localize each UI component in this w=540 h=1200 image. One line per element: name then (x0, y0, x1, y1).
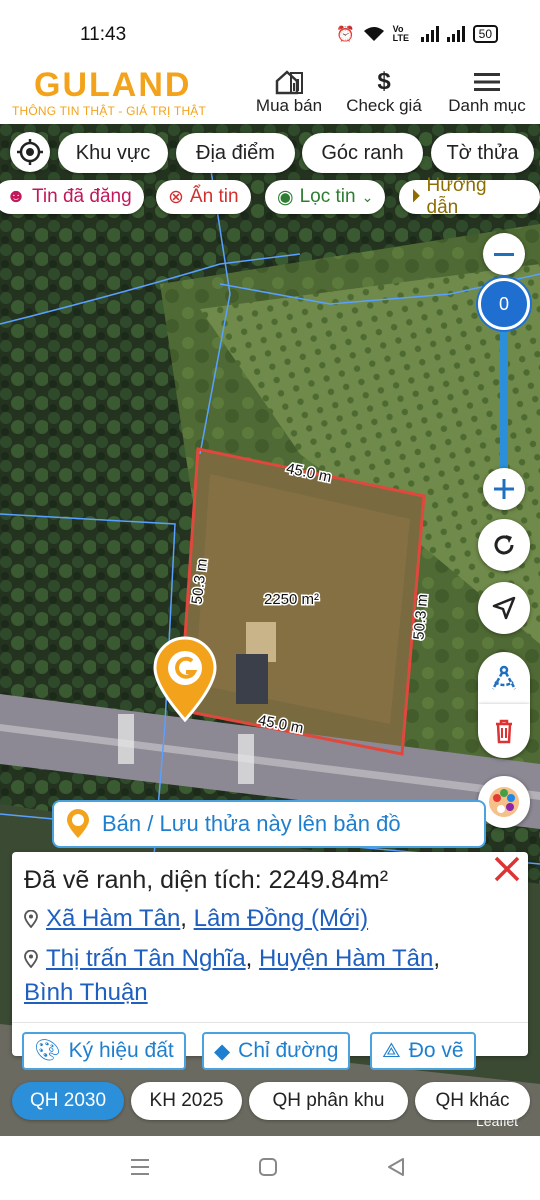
screen: 11:43 ⏰ Vo LTE 50 GULAND THÔNG TIN THẬT … (0, 0, 540, 1200)
ward-link[interactable]: Xã Hàm Tân (46, 905, 180, 932)
tab-to-thua[interactable]: Tờ thửa (431, 133, 534, 173)
hide-listings-button[interactable]: ⊗ Ẩn tin (156, 180, 251, 214)
navigate-button[interactable] (478, 582, 530, 634)
old-province-link[interactable]: Bình Thuận (24, 979, 148, 1006)
nav-check-gia[interactable]: $ Check giá (340, 68, 428, 116)
zoom-slider-track[interactable] (500, 320, 508, 480)
close-panel-button[interactable] (490, 852, 524, 886)
hide-label: Ẩn tin (189, 186, 239, 207)
home-button[interactable] (258, 1157, 278, 1177)
filter-label: Lọc tin (299, 186, 356, 207)
town-link[interactable]: Thị trấn Tân Nghĩa (46, 945, 246, 972)
save-parcel-label: Bán / Lưu thửa này lên bản đồ (102, 811, 401, 836)
location-pin-icon: ◉ (277, 186, 294, 208)
directions-button[interactable]: ◆ Chỉ đường (202, 1032, 351, 1070)
user-icon: ☻ (6, 186, 26, 207)
directions-icon: ◆ (214, 1039, 231, 1063)
menu-icon (440, 68, 534, 96)
map-pin-icon (24, 910, 38, 928)
close-circle-icon: ⊗ (168, 186, 184, 208)
battery-icon: 50 (472, 25, 498, 43)
guide-button[interactable]: ⏵ Hướng dẫn (399, 175, 540, 218)
tab-khu-vuc[interactable]: Khu vực (58, 133, 168, 173)
guland-logo[interactable]: GULAND THÔNG TIN THẬT - GIÁ TRỊ THẬT (12, 68, 227, 118)
posted-label: Tin đã đăng (32, 186, 132, 207)
plus-icon (494, 479, 514, 499)
posted-listings-button[interactable]: ☻ Tin đã đăng (0, 180, 144, 214)
alarm-icon: ⏰ (335, 26, 355, 43)
tab-kh-2025[interactable]: KH 2025 (131, 1082, 242, 1120)
nav-label: Check giá (346, 96, 422, 115)
crosshair-icon (17, 139, 43, 165)
measure-button[interactable]: ⟁ Đo vẽ (370, 1032, 476, 1070)
close-icon (494, 856, 520, 882)
palette-icon: 🎨︎ (34, 1039, 61, 1062)
map-pin-icon (24, 950, 38, 968)
land-symbol-button[interactable]: 🎨︎ Ký hiệu đất (22, 1032, 186, 1070)
signal-2-icon (446, 26, 465, 42)
signal-1-icon (420, 26, 439, 42)
zoom-slider-handle[interactable]: 0 (478, 278, 530, 330)
app-header: GULAND THÔNG TIN THẬT - GIÁ TRỊ THẬT Mua… (0, 62, 540, 124)
delete-drawing-button[interactable] (478, 704, 530, 758)
nav-label: Mua bán (255, 96, 323, 115)
palette-icon (489, 787, 519, 817)
province-link[interactable]: Lâm Đồng (Mới) (194, 905, 368, 932)
divider (12, 1022, 528, 1023)
guide-label: Hướng dẫn (426, 175, 487, 218)
measure-tool-button[interactable] (478, 652, 530, 704)
guland-pin-icon (67, 809, 89, 838)
recent-apps-button[interactable] (130, 1158, 150, 1176)
back-button[interactable] (386, 1157, 406, 1177)
directions-label: Chỉ đường (238, 1039, 339, 1062)
minus-icon (494, 252, 514, 256)
logo-text: GULAND (34, 66, 192, 104)
district-link[interactable]: Huyện Hàm Tân (259, 945, 433, 972)
new-address: Xã Hàm Tân, Lâm Đồng (Mới) (24, 902, 368, 936)
nav-mua-ban[interactable]: Mua bán (250, 68, 328, 116)
wifi-icon (363, 27, 384, 41)
status-time: 11:43 (80, 24, 127, 45)
compass-draw-icon (491, 665, 517, 690)
land-symbol-label: Ký hiệu đất (68, 1039, 174, 1062)
refresh-icon (494, 535, 514, 555)
parcel-info-panel: Đã vẽ ranh, diện tích: 2249.84m² Xã Hàm … (12, 852, 528, 1070)
zoom-in-button[interactable] (483, 468, 525, 510)
zoom-out-button[interactable] (483, 233, 525, 275)
parcel-area-title: Đã vẽ ranh, diện tích: 2249.84m² (24, 866, 389, 894)
tab-qh-2030[interactable]: QH 2030 (12, 1082, 124, 1120)
volte-label: Vo LTE (392, 24, 409, 43)
status-icons: ⏰ Vo LTE 50 (336, 25, 498, 43)
nav-danh-muc[interactable]: Danh mục (440, 68, 534, 116)
trash-icon (496, 719, 512, 744)
nav-label: Danh mục (448, 96, 526, 115)
old-address: Thị trấn Tân Nghĩa, Huyện Hàm Tân, Bình T… (24, 945, 440, 1006)
play-circle-icon: ⏵ (411, 186, 421, 207)
status-bar: 11:43 ⏰ Vo LTE 50 (0, 0, 540, 62)
house-chart-icon (250, 68, 328, 96)
system-nav-bar (0, 1136, 540, 1200)
tab-qh-phan-khu[interactable]: QH phân khu (249, 1082, 408, 1120)
save-parcel-button[interactable]: Bán / Lưu thửa này lên bản đồ (52, 800, 486, 848)
logo-tagline: THÔNG TIN THẬT - GIÁ TRỊ THẬT (12, 104, 207, 118)
navigation-arrow-icon (492, 596, 516, 620)
dollar-icon: $ (377, 68, 391, 95)
refresh-button[interactable] (478, 519, 530, 571)
area-label: 2250 m² (264, 591, 319, 608)
filter-listings-button[interactable]: ◉ Lọc tin ⌄ (265, 180, 386, 214)
compass-draw-icon: ⟁ (382, 1039, 401, 1062)
locate-me-button[interactable] (10, 132, 50, 172)
tab-goc-ranh[interactable]: Góc ranh (302, 133, 423, 173)
chevron-down-icon: ⌄ (361, 188, 374, 205)
tab-dia-diem[interactable]: Địa điểm (176, 133, 295, 173)
measure-label: Đo vẽ (408, 1039, 464, 1062)
tab-qh-khac[interactable]: QH khác (415, 1082, 530, 1120)
